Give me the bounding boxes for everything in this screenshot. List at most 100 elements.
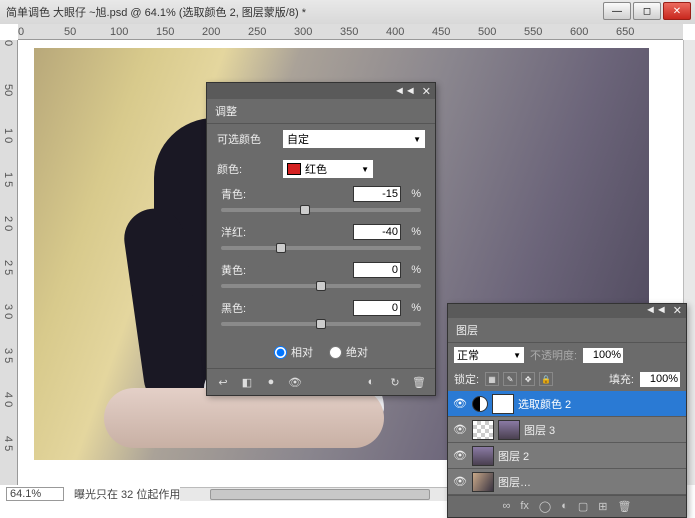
lock-position-icon[interactable]: ✥ [521, 372, 535, 386]
opacity-field[interactable]: 100% [583, 348, 623, 363]
opacity-label: 不透明度: [530, 347, 577, 363]
percent-label: % [405, 226, 421, 238]
eye-icon[interactable]: 👁 [287, 375, 303, 389]
adjustment-thumb-icon [472, 396, 488, 412]
layer-row[interactable]: 👁 图层 3 [448, 417, 686, 443]
panel-header[interactable]: ◄◄ ✕ [207, 83, 435, 99]
visibility-icon[interactable]: 👁 [452, 423, 468, 436]
slider-value-input[interactable] [353, 186, 401, 202]
relative-radio-input[interactable] [274, 346, 287, 359]
lock-transparency-icon[interactable]: ▦ [485, 372, 499, 386]
ruler-tick: 550 [524, 26, 542, 38]
ruler-tick: 400 [386, 26, 404, 38]
slider-thumb[interactable] [316, 281, 326, 291]
ruler-tick: 450 [432, 26, 450, 38]
ruler-tick: 100 [110, 26, 128, 38]
window-title: 简单调色 大眼仔 ~旭.psd @ 64.1% (选取颜色 2, 图层蒙版/8)… [6, 4, 306, 20]
ruler-tick: 3 5 [2, 348, 14, 363]
ruler-tick: 300 [294, 26, 312, 38]
slider-label: 青色: [221, 186, 353, 202]
fx-icon[interactable]: fx [520, 500, 529, 513]
ruler-tick: 200 [202, 26, 220, 38]
chevron-down-icon: ▼ [513, 351, 521, 360]
ruler-tick: 250 [248, 26, 266, 38]
close-button[interactable]: ✕ [663, 2, 691, 20]
adjustments-panel[interactable]: ◄◄ ✕ 调整 可选颜色 自定 ▼ 颜色: 红色 ▼ 青色:%洋红:%黄色:%黑… [206, 82, 436, 396]
layers-panel[interactable]: ◄◄ ✕ 图层 正常▼ 不透明度: 100% 锁定: ▦ ✎ ✥ 🔒 填充: 1… [447, 303, 687, 518]
collapse-icon[interactable]: ◄◄ [645, 304, 667, 318]
clip-icon[interactable]: ● [263, 375, 279, 389]
color-label: 颜色: [217, 161, 277, 177]
preset-value: 自定 [287, 131, 309, 147]
new-layer-icon[interactable]: ⊞ [598, 500, 607, 513]
layers-footer: ∞ fx ◯ ◐ ▢ ⊞ 🗑 [448, 495, 686, 517]
visibility-icon[interactable]: 👁 [452, 397, 468, 410]
maximize-button[interactable]: ◻ [633, 2, 661, 20]
minimize-button[interactable]: — [603, 2, 631, 20]
visibility-icon[interactable]: 👁 [452, 449, 468, 462]
mask-thumb [492, 394, 514, 414]
trash-icon[interactable]: 🗑 [411, 375, 427, 389]
slider-row: 黑色:% [207, 298, 435, 336]
expand-icon[interactable]: ◧ [239, 375, 255, 389]
slider-thumb[interactable] [316, 319, 326, 329]
prev-icon[interactable]: ◐ [363, 375, 379, 389]
collapse-icon[interactable]: ◄◄ [394, 85, 416, 97]
mask-thumb [498, 420, 520, 440]
lock-all-icon[interactable]: 🔒 [539, 372, 553, 386]
slider-track[interactable] [221, 284, 421, 288]
slider-track[interactable] [221, 208, 421, 212]
close-icon[interactable]: ✕ [673, 304, 682, 318]
ruler-vertical: 0501 01 52 02 53 03 54 04 5 [0, 40, 18, 485]
relative-radio[interactable]: 相对 [274, 344, 313, 360]
color-swatch [287, 163, 301, 175]
back-icon[interactable]: ↩ [215, 375, 231, 389]
visibility-icon[interactable]: 👁 [452, 475, 468, 488]
slider-thumb[interactable] [276, 243, 286, 253]
zoom-field[interactable]: 64.1% [6, 487, 64, 501]
layers-tab[interactable]: 图层 [448, 318, 686, 343]
fill-field[interactable]: 100% [640, 372, 680, 387]
trash-icon[interactable]: 🗑 [618, 500, 632, 513]
lock-pixels-icon[interactable]: ✎ [503, 372, 517, 386]
layer-row[interactable]: 👁选取颜色 2 [448, 391, 686, 417]
slider-row: 洋红:% [207, 222, 435, 260]
layers-panel-header[interactable]: ◄◄ ✕ [448, 304, 686, 318]
mask-icon[interactable]: ◯ [539, 500, 551, 513]
slider-track[interactable] [221, 322, 421, 326]
slider-value-input[interactable] [353, 300, 401, 316]
percent-label: % [405, 302, 421, 314]
chevron-down-icon: ▼ [361, 165, 369, 174]
layer-row[interactable]: 👁图层… [448, 469, 686, 495]
layer-name: 图层 3 [524, 422, 682, 438]
fill-label: 填充: [609, 371, 634, 387]
adjustment-icon[interactable]: ◐ [561, 500, 568, 513]
slider-thumb[interactable] [300, 205, 310, 215]
blend-mode-dropdown[interactable]: 正常▼ [454, 347, 524, 363]
layer-row[interactable]: 👁图层 2 [448, 443, 686, 469]
scrollbar-thumb[interactable] [210, 489, 430, 500]
color-dropdown[interactable]: 红色 ▼ [283, 160, 373, 178]
ruler-tick: 2 5 [2, 260, 14, 275]
ruler-tick: 50 [64, 26, 76, 38]
panel-footer: ↩ ◧ ● 👁 ◐ ↻ 🗑 [207, 368, 435, 395]
percent-label: % [405, 264, 421, 276]
relative-label: 相对 [291, 344, 313, 360]
slider-row: 黄色:% [207, 260, 435, 298]
slider-row: 青色:% [207, 184, 435, 222]
slider-value-input[interactable] [353, 224, 401, 240]
ruler-tick: 500 [478, 26, 496, 38]
layer-thumb [472, 420, 494, 440]
group-icon[interactable]: ▢ [578, 500, 588, 513]
link-icon[interactable]: ∞ [503, 500, 511, 513]
preset-dropdown[interactable]: 自定 ▼ [283, 130, 425, 148]
adjustments-tab[interactable]: 调整 [207, 99, 435, 124]
absolute-radio-input[interactable] [329, 346, 342, 359]
slider-value-input[interactable] [353, 262, 401, 278]
method-radios: 相对 绝对 [207, 336, 435, 368]
close-icon[interactable]: ✕ [422, 85, 431, 98]
slider-track[interactable] [221, 246, 421, 250]
absolute-radio[interactable]: 绝对 [329, 344, 368, 360]
ruler-tick: 4 5 [2, 436, 14, 451]
reset-icon[interactable]: ↻ [387, 375, 403, 389]
